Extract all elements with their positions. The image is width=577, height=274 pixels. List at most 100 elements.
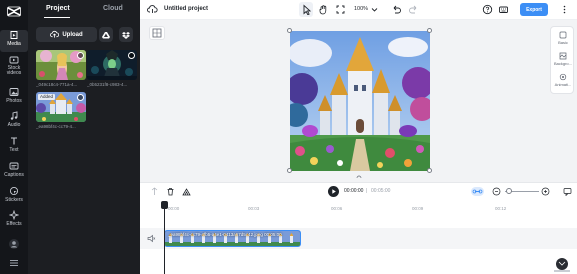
playhead[interactable] <box>164 202 165 274</box>
preview-canvas[interactable] <box>290 31 430 171</box>
pointer-icon[interactable] <box>301 4 312 15</box>
rail-item-stickers[interactable]: Stickers <box>0 186 28 208</box>
help-icon[interactable] <box>482 4 493 15</box>
animation-tool[interactable]: Animati... <box>551 73 575 87</box>
chevron-down-icon[interactable] <box>369 4 380 15</box>
rail-item-text[interactable]: Text <box>0 136 28 158</box>
resize-handle[interactable] <box>287 168 292 173</box>
comment-icon[interactable] <box>563 187 572 196</box>
rail-item-media[interactable]: Media <box>0 30 28 52</box>
rail-item-effects[interactable]: Effects <box>0 210 28 232</box>
rail-item-label: Stickers <box>5 197 23 203</box>
ruler-tick: 00:06 <box>331 206 343 211</box>
total-time: 00:05:00 <box>371 188 391 194</box>
link-icon <box>472 189 483 194</box>
split-icon[interactable] <box>150 187 159 196</box>
preview-icon[interactable] <box>77 52 84 59</box>
keyboard-shortcuts-icon[interactable] <box>498 4 509 15</box>
dropbox-button[interactable] <box>119 27 133 42</box>
fit-screen-icon[interactable] <box>335 4 346 15</box>
hand-icon[interactable] <box>318 4 329 15</box>
magnet-toggle[interactable] <box>471 187 484 196</box>
effects-icon <box>9 210 19 220</box>
aspect-ratio-button[interactable] <box>149 26 165 40</box>
redo-icon[interactable] <box>408 4 419 15</box>
animation-label: Animati... <box>554 82 572 87</box>
rail-item-stock-videos[interactable]: Stock videos <box>0 55 28 77</box>
cloud-upload-icon <box>50 30 60 38</box>
background-tool[interactable]: Backgro... <box>551 52 575 66</box>
resize-handle[interactable] <box>287 28 292 33</box>
rail-item-label: Captions <box>4 172 24 178</box>
zoom-slider-knob[interactable] <box>506 188 512 194</box>
text-icon <box>11 137 17 145</box>
clip-label: _ea98bf4c-cc79-4fb5-a4e1-0413a67d5c42.jp… <box>168 232 282 237</box>
avatar-icon[interactable] <box>8 238 20 250</box>
rotate-handle-icon[interactable] <box>356 175 362 180</box>
castle-image <box>290 31 430 171</box>
cloud-sync-icon[interactable] <box>147 4 158 15</box>
more-options-icon[interactable] <box>559 4 570 15</box>
media-icon <box>10 31 18 39</box>
ruler-tick: 00:00 <box>168 206 180 211</box>
zoom-out-icon[interactable] <box>492 187 501 196</box>
resize-handle[interactable] <box>427 28 432 33</box>
capcut-logo-icon[interactable] <box>7 5 21 18</box>
video-clip[interactable]: _ea98bf4c-cc79-4fb5-a4e1-0413a67d5c42.jp… <box>164 230 301 247</box>
media-thumbnail[interactable]: Added <box>36 92 86 122</box>
basic-icon <box>559 31 567 39</box>
tab-project[interactable]: Project <box>46 5 70 12</box>
panel-tabs: Project Cloud <box>28 0 140 20</box>
undo-icon[interactable] <box>391 4 402 15</box>
rail-item-label: Audio <box>7 122 21 128</box>
animation-icon <box>559 73 567 81</box>
stickers-icon <box>9 186 19 196</box>
zoom-in-icon[interactable] <box>541 187 550 196</box>
detect-icon[interactable] <box>182 187 191 196</box>
media-thumbnail[interactable] <box>36 50 86 80</box>
preview-icon[interactable] <box>77 94 84 101</box>
media-thumbnail[interactable] <box>87 50 137 80</box>
rail-item-label: Photos <box>6 98 22 104</box>
stock-videos-icon <box>9 56 19 64</box>
menu-icon[interactable] <box>8 257 20 269</box>
current-time: 00:00:00 <box>344 188 364 194</box>
basic-tool[interactable]: Basic <box>551 31 575 45</box>
basic-label: Basic <box>558 40 568 45</box>
background-label: Backgro... <box>553 61 572 66</box>
export-button[interactable]: Export <box>520 3 548 16</box>
rail-item-label: Media <box>7 41 21 47</box>
media-caption: _ea98bf4c-cc79-4... <box>36 124 76 129</box>
audio-icon <box>10 111 18 120</box>
play-icon <box>332 189 336 194</box>
google-drive-icon <box>102 31 110 38</box>
play-button[interactable] <box>328 186 339 197</box>
project-title[interactable]: Untitled project <box>164 6 208 12</box>
properties-toolbar: Basic Backgro... Animati... <box>550 26 574 94</box>
dropbox-icon <box>122 31 130 39</box>
upload-label: Upload <box>62 31 83 38</box>
upload-button[interactable]: Upload <box>36 27 97 42</box>
media-caption: _049c18c4-771a-4... <box>36 82 78 87</box>
background-icon <box>559 52 567 60</box>
rail-item-audio[interactable]: Audio <box>0 111 28 133</box>
ruler-tick: 00:03 <box>248 206 260 211</box>
google-drive-button[interactable] <box>99 27 113 42</box>
rail-item-captions[interactable]: Captions <box>0 161 28 183</box>
mute-track-icon[interactable] <box>147 234 156 243</box>
resize-handle[interactable] <box>427 168 432 173</box>
active-tab-indicator <box>44 17 70 18</box>
delete-icon[interactable] <box>166 187 175 196</box>
preview-icon[interactable] <box>128 52 135 59</box>
media-caption: _0b5231f8-c983-4... <box>87 82 128 87</box>
zoom-level[interactable]: 100% <box>354 6 368 12</box>
media-panel: Project Cloud Upload _049c18c4-771a-4... <box>28 0 140 274</box>
rail-item-photos[interactable]: Photos <box>0 87 28 109</box>
added-badge: Added <box>38 94 56 100</box>
timeline-ruler[interactable]: 00:00 00:03 00:06 00:09 00:12 <box>164 204 577 212</box>
layout-grid-icon <box>152 28 162 38</box>
ruler-tick: 00:12 <box>495 206 507 211</box>
tab-cloud[interactable]: Cloud <box>103 5 123 12</box>
rail-item-label: Effects <box>6 221 22 227</box>
playhead-handle[interactable] <box>161 201 168 209</box>
